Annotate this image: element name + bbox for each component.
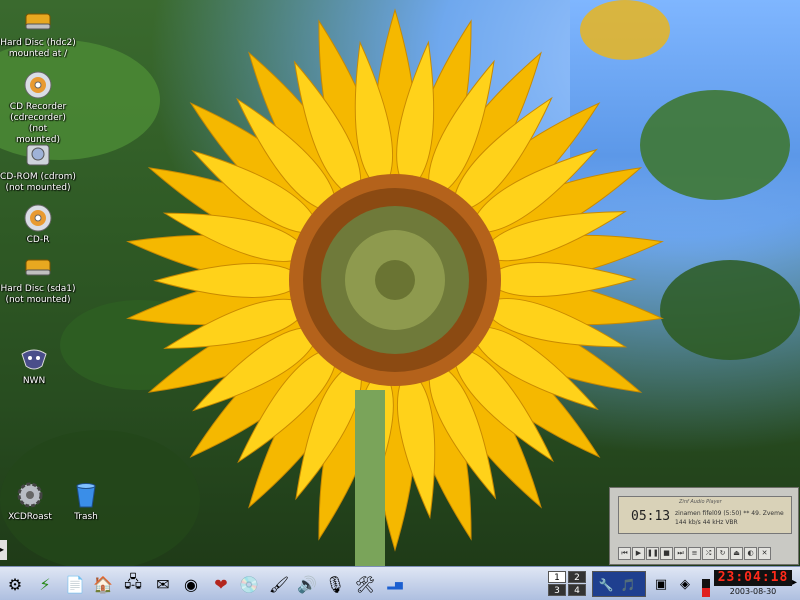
cd-icon[interactable]: 💿 — [238, 573, 260, 595]
player-display: Zinf Audio Player 05:13 zinamen fifel09 … — [618, 496, 792, 534]
paint-icon[interactable]: 🖌 — [268, 573, 290, 595]
lightning-icon[interactable]: ⚡ — [34, 573, 56, 595]
desktop-icon-hard-disc-sda1[interactable]: Hard Disc (sda1) (not mounted) — [0, 252, 76, 306]
tool-icon: 🔧 — [598, 578, 614, 592]
desktop-icon-hard-disc-hdc2[interactable]: Hard Disc (hdc2) mounted at / — [0, 6, 76, 60]
stop-button[interactable]: ■ — [660, 547, 673, 560]
desktop-icon-cd-recorder[interactable]: CD Recorder (cdrecorder) (not mounted) — [0, 70, 76, 146]
player-track-title: zinamen fifel09 (5:50) ** 49. Zveme — [675, 510, 784, 517]
home-icon[interactable]: 🏠 — [92, 573, 114, 595]
previous-button[interactable]: ⏮ — [618, 547, 631, 560]
mail-icon[interactable]: ✉ — [152, 573, 174, 595]
document-icon[interactable]: 📄 — [64, 573, 86, 595]
desktop-pager: 1 2 3 4 — [548, 571, 588, 597]
volume-button[interactable]: ◐ — [744, 547, 757, 560]
xcdroast-icon — [17, 482, 43, 508]
player-controls: ⏮ ▶ ❚❚ ■ ⏭ ≡ ⤮ ↻ ⏏ ◐ ✕ — [618, 540, 772, 560]
pager-desktop-2[interactable]: 2 — [568, 571, 586, 583]
playlist-button[interactable]: ≡ — [688, 547, 701, 560]
tray-meter-fill — [702, 588, 710, 597]
hard-disk-icon — [25, 13, 51, 30]
player-time: 05:13 — [631, 509, 671, 524]
next-button[interactable]: ⏭ — [674, 547, 687, 560]
pause-button[interactable]: ❚❚ — [646, 547, 659, 560]
nwn-icon — [21, 349, 47, 370]
clock[interactable]: 23:04:18 — [714, 570, 792, 586]
date: 2003-08-30 — [729, 587, 777, 596]
desktop-icon-trash[interactable]: Trash — [48, 480, 124, 523]
kde-menu-gear-icon[interactable]: ⚙ — [4, 573, 26, 595]
close-button[interactable]: ✕ — [758, 547, 771, 560]
petal — [484, 262, 637, 297]
cd-recorder-icon — [24, 71, 52, 99]
desktop-icon-nwn[interactable]: NWN — [0, 344, 72, 387]
microphone-icon[interactable]: 🎙 — [324, 573, 346, 595]
hard-disk-icon — [25, 259, 51, 276]
tools-icon[interactable]: 🛠 — [354, 573, 376, 595]
panel-expand-arrow[interactable]: ▸ — [0, 540, 7, 560]
desktop-icon-cdrom[interactable]: CD-ROM (cdrom) (not mounted) — [0, 140, 76, 194]
player-info: 144 kb/s 44 kHz VBR — [675, 519, 738, 526]
player-bitrate: 144 kb/s — [675, 519, 701, 526]
player-mode: VBR — [725, 519, 738, 526]
tray-player-icon[interactable]: ▣ — [650, 573, 672, 595]
tray-cd-icon[interactable]: ◈ — [674, 573, 696, 595]
petal — [153, 263, 306, 298]
taskbar: ⚙ ⚡ 📄 🏠 🖧 ✉ ◉ ❤ 💿 🖌 🔊 🎙 🛠 ▂▅ 1 2 3 4 🔧 🎵… — [0, 566, 800, 600]
taskbar-scroll-right[interactable]: ▸ — [792, 577, 797, 588]
cd-r-icon — [24, 204, 52, 232]
eject-button[interactable]: ⏏ — [730, 547, 743, 560]
taskbar-window-button[interactable]: 🔧 🎵 — [592, 571, 646, 597]
desktop-wallpaper: Hard Disc (hdc2) mounted at / CD Recorde… — [0, 0, 800, 566]
media-player[interactable]: Zinf Audio Player 05:13 zinamen fifel09 … — [609, 487, 799, 565]
player-brand: Zinf Audio Player — [679, 499, 722, 505]
repeat-button[interactable]: ↻ — [716, 547, 729, 560]
speaker-icon[interactable]: 🔊 — [296, 573, 318, 595]
sunflower-image — [126, 8, 664, 566]
globe-icon[interactable]: ◉ — [180, 573, 202, 595]
network-icon[interactable]: 🖧 — [122, 572, 144, 595]
help-icon[interactable]: ❤ — [210, 573, 232, 595]
pager-desktop-3[interactable]: 3 — [548, 584, 566, 596]
trash-icon — [76, 483, 96, 508]
desktop-icon-cd-r[interactable]: CD-R — [0, 203, 76, 246]
shuffle-button[interactable]: ⤮ — [702, 547, 715, 560]
tray-meter — [702, 579, 710, 597]
cdrom-icon — [26, 144, 50, 166]
pager-desktop-1[interactable]: 1 — [548, 571, 566, 583]
cpu-meter-icon: ▂▅ — [387, 578, 403, 590]
player-samplerate: 44 kHz — [702, 519, 724, 526]
media-icon: 🎵 — [620, 578, 636, 592]
pager-desktop-4[interactable]: 4 — [568, 584, 586, 596]
play-button[interactable]: ▶ — [632, 547, 645, 560]
